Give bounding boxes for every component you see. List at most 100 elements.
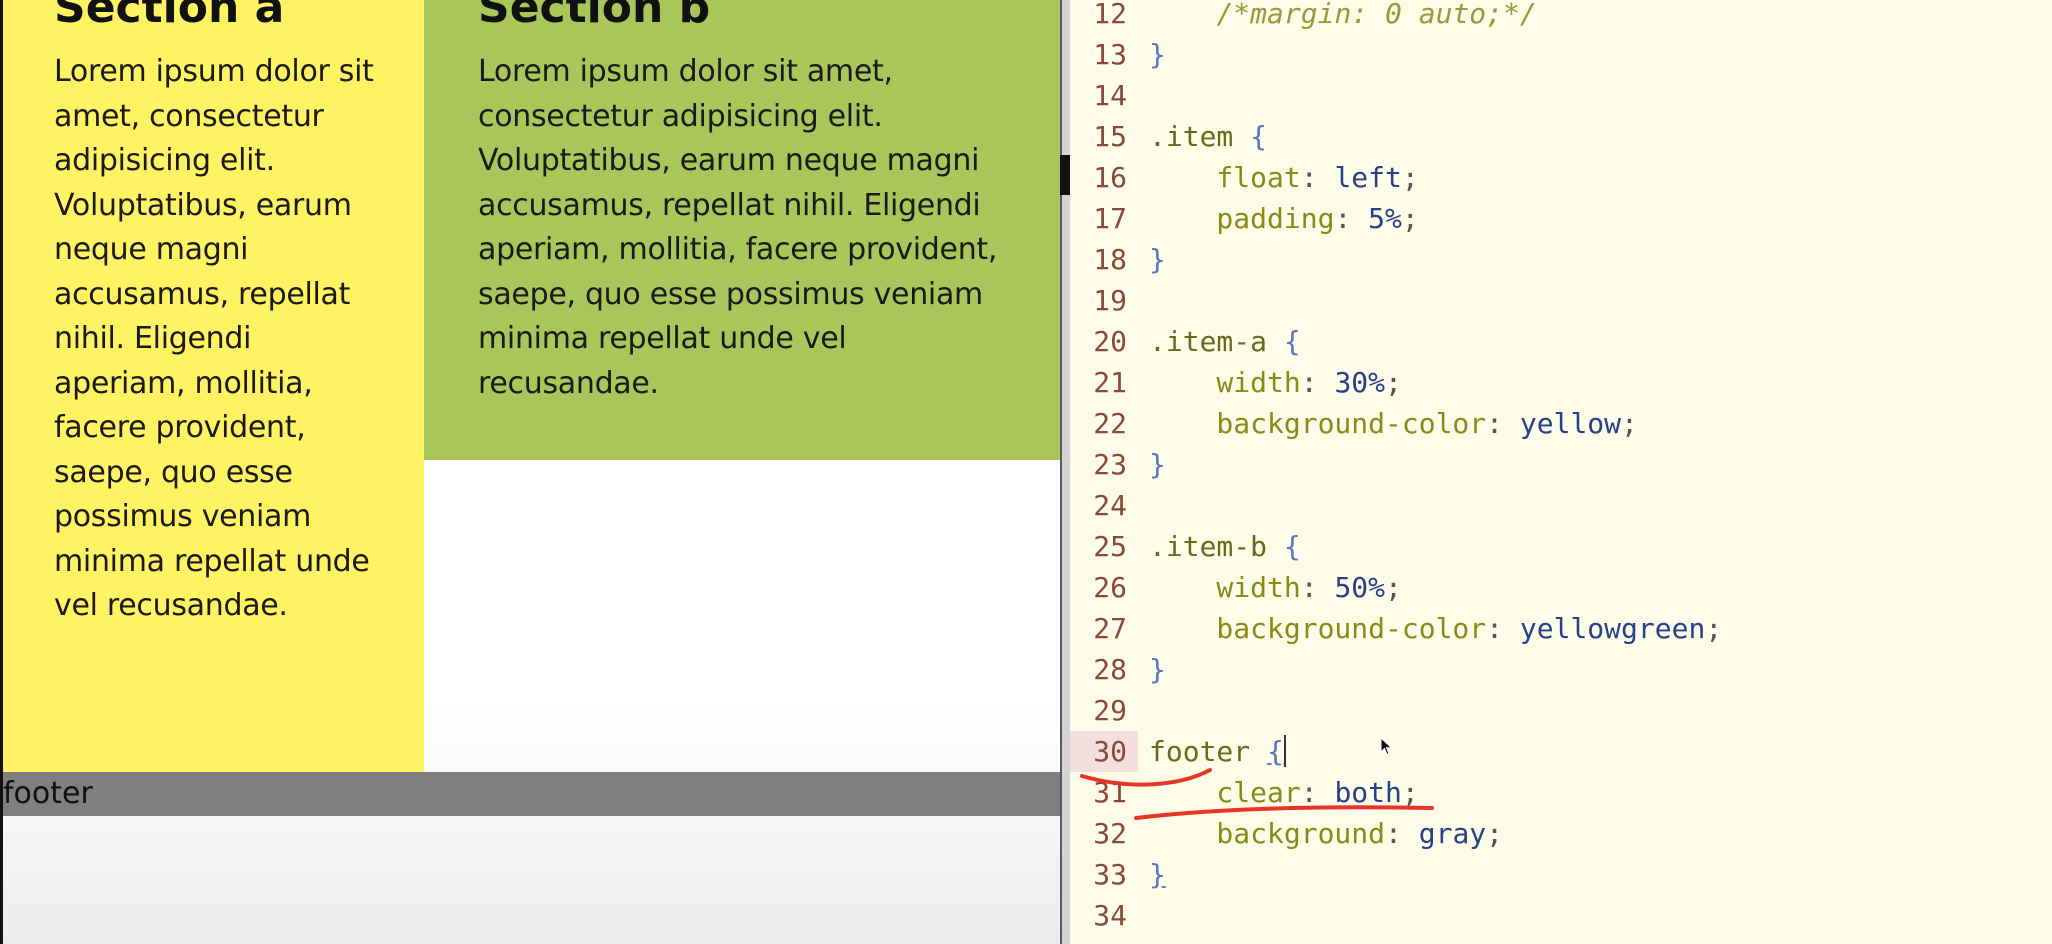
code-text[interactable]: width: 50%; <box>1149 567 1402 608</box>
background-window-fragment <box>1060 155 1070 195</box>
code-line[interactable]: 13} <box>1070 34 2052 75</box>
line-number: 16 <box>1093 161 1127 194</box>
code-text[interactable]: float: left; <box>1149 157 1418 198</box>
line-number: 24 <box>1093 489 1127 522</box>
code-line[interactable]: 33} <box>1070 854 2052 895</box>
code-token: both <box>1334 776 1402 809</box>
line-number: 25 <box>1093 530 1127 563</box>
code-line[interactable]: 23} <box>1070 444 2052 485</box>
code-token: : <box>1300 776 1335 809</box>
code-text[interactable]: /*margin: 0 auto;*/ <box>1149 0 1536 34</box>
code-text[interactable]: background: gray; <box>1149 813 1503 854</box>
code-editor[interactable]: 12 /*margin: 0 auto;*/13} 14 15 .item {16 f… <box>1070 0 2052 944</box>
section-b-title: Section b <box>478 0 711 33</box>
section-b-text: Lorem ipsum dolor sit amet, consectetur … <box>478 54 998 401</box>
code-line[interactable]: 29 <box>1070 690 2052 731</box>
line-number: 29 <box>1093 694 1127 727</box>
code-token: background-color <box>1149 612 1487 645</box>
code-token: ; <box>1385 571 1402 604</box>
line-number: 35 <box>1070 936 1138 944</box>
line-number: 33 <box>1093 858 1127 891</box>
code-line[interactable]: 31 clear: both; <box>1070 772 2052 813</box>
code-line[interactable]: 20 .item-a { <box>1070 321 2052 362</box>
code-token: padding <box>1149 202 1335 235</box>
code-text[interactable]: padding: 5%; <box>1149 198 1418 239</box>
code-text[interactable]: background-color: yellow; <box>1149 403 1637 444</box>
code-line[interactable]: 12 /*margin: 0 auto;*/ <box>1070 0 2052 34</box>
line-number: 31 <box>1093 776 1127 809</box>
code-token: background <box>1149 817 1386 850</box>
code-token: : <box>1334 202 1369 235</box>
line-number: 13 <box>1093 38 1127 71</box>
code-line[interactable]: 18} <box>1070 239 2052 280</box>
code-text[interactable]: background-color: yellowgreen; <box>1149 608 1722 649</box>
code-token: } <box>1149 448 1166 481</box>
code-token: float <box>1149 161 1301 194</box>
code-line[interactable]: 14 <box>1070 75 2052 116</box>
code-text[interactable]: } <box>1149 649 1166 690</box>
code-text[interactable]: footer { <box>1149 731 1286 772</box>
code-token: } <box>1149 38 1166 71</box>
code-token: { <box>1250 120 1268 153</box>
code-line[interactable]: 15 .item { <box>1070 116 2052 157</box>
code-token: { <box>1283 530 1301 563</box>
window-divider[interactable] <box>1060 0 1070 944</box>
code-token: { <box>1267 735 1284 768</box>
code-text[interactable]: .item { <box>1149 116 1267 157</box>
line-number: 32 <box>1093 817 1127 850</box>
code-token: } <box>1149 858 1166 891</box>
code-token: left <box>1334 161 1402 194</box>
code-token: 50% <box>1334 571 1386 604</box>
browser-preview: Section a Lorem ipsum dolor sit amet, co… <box>0 0 1060 944</box>
code-line[interactable]: 17 padding: 5%; <box>1070 198 2052 239</box>
code-token: footer <box>1149 735 1268 768</box>
code-token: : <box>1300 161 1335 194</box>
code-line[interactable]: 32 background: gray; <box>1070 813 2052 854</box>
line-number: 34 <box>1093 899 1127 932</box>
code-token: : <box>1385 817 1419 850</box>
code-text[interactable]: } <box>1149 854 1166 895</box>
section-a-text: Lorem ipsum dolor sit amet, consectetur … <box>54 54 374 623</box>
code-text[interactable]: .item-a { <box>1149 321 1301 362</box>
code-text[interactable]: clear: both; <box>1149 772 1419 813</box>
footer-left-border <box>0 772 3 816</box>
code-line[interactable]: 35 <box>1070 936 2052 944</box>
code-line[interactable]: 22 background-color: yellow; <box>1070 403 2052 444</box>
code-line[interactable]: 34 <box>1070 895 2052 936</box>
code-text[interactable]: .item-b { <box>1149 526 1301 567</box>
code-line[interactable]: 28} <box>1070 649 2052 690</box>
code-line[interactable]: 25 .item-b { <box>1070 526 2052 567</box>
line-number: 30 <box>1070 731 1138 772</box>
code-token: width <box>1149 571 1301 604</box>
text-caret <box>1283 735 1286 767</box>
line-number: 12 <box>1093 0 1127 30</box>
line-number: 22 <box>1093 407 1127 440</box>
line-number: 28 <box>1093 653 1127 686</box>
code-token: } <box>1149 243 1166 276</box>
code-line[interactable]: 19 <box>1070 280 2052 321</box>
code-line[interactable]: 26 width: 50%; <box>1070 567 2052 608</box>
code-line[interactable]: 16 float: left; <box>1070 157 2052 198</box>
line-number: 23 <box>1093 448 1127 481</box>
code-text[interactable]: } <box>1149 444 1166 485</box>
code-text[interactable]: } <box>1149 34 1166 75</box>
code-line[interactable]: 24 <box>1070 485 2052 526</box>
line-number: 27 <box>1093 612 1127 645</box>
line-number: 17 <box>1093 202 1127 235</box>
line-number: 18 <box>1093 243 1127 276</box>
code-line[interactable]: 21 width: 30%; <box>1070 362 2052 403</box>
code-text[interactable]: } <box>1149 239 1166 280</box>
code-token: 30% <box>1334 366 1386 399</box>
code-token: ; <box>1401 776 1419 809</box>
code-token: yellow <box>1519 407 1622 440</box>
code-text[interactable]: width: 30%; <box>1149 362 1401 403</box>
mouse-cursor-icon <box>1380 737 1393 756</box>
code-token: gray <box>1418 817 1487 850</box>
code-line[interactable]: 27 background-color: yellowgreen; <box>1070 608 2052 649</box>
section-a: Section a Lorem ipsum dolor sit amet, co… <box>3 0 424 772</box>
code-token: : <box>1300 366 1335 399</box>
footer-bar: footer <box>0 772 1060 816</box>
code-line[interactable]: 30 footer { <box>1070 731 2052 772</box>
line-number: 19 <box>1093 284 1127 317</box>
code-token: { <box>1283 325 1301 358</box>
